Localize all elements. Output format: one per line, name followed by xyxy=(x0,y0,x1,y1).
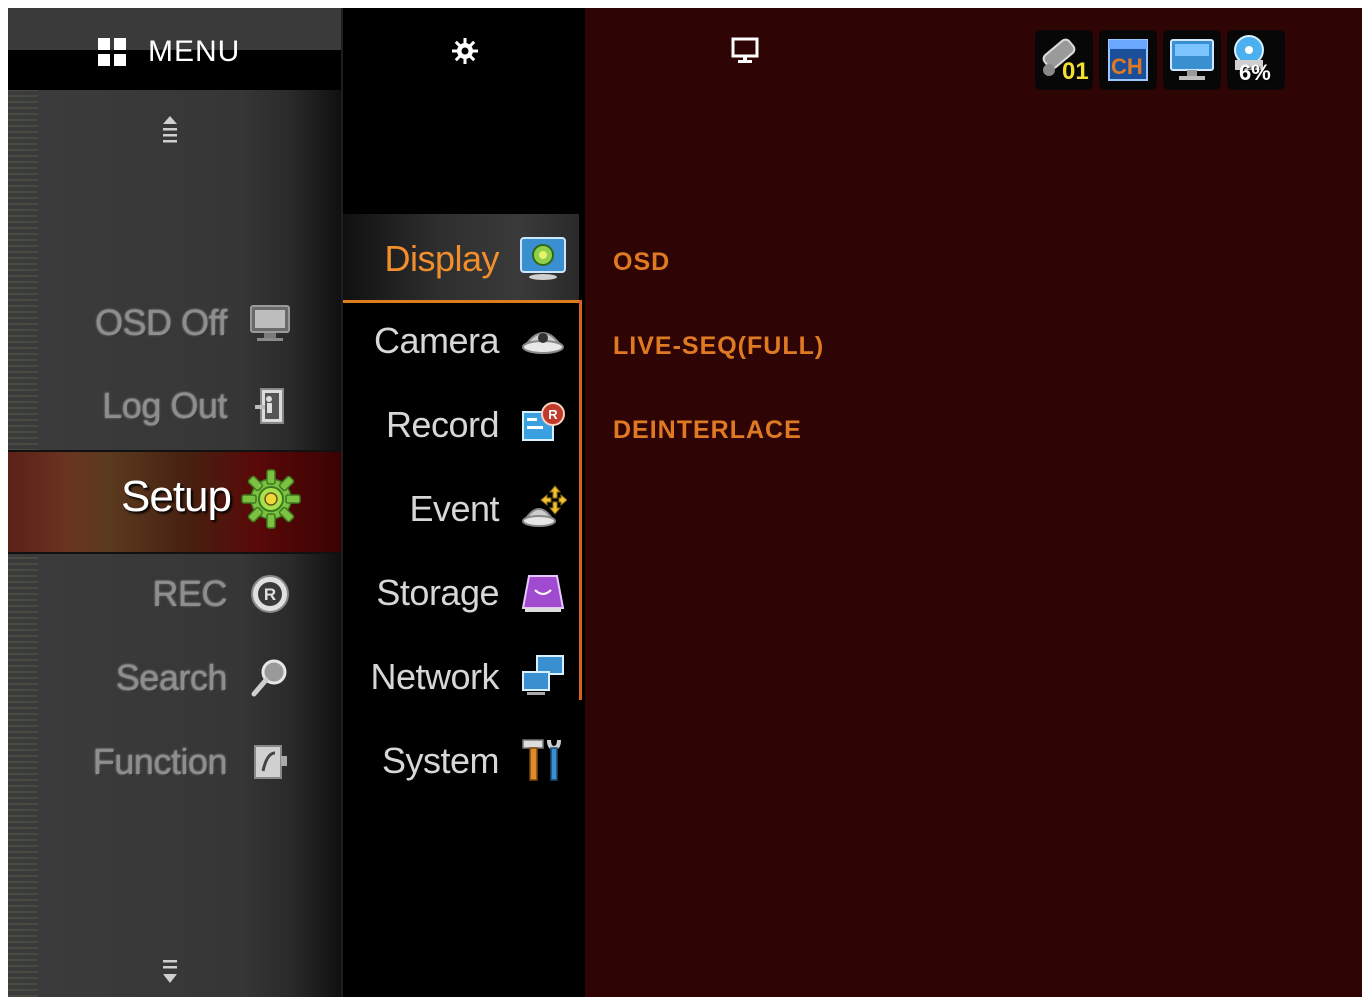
scroll-down-icon[interactable] xyxy=(160,958,180,988)
menu-item-label: Setup xyxy=(121,472,232,521)
menu-item-log-out[interactable]: Log Out xyxy=(102,376,291,436)
record-icon: R xyxy=(251,575,289,613)
submenu-item-network[interactable]: Network xyxy=(343,646,579,706)
menu-title-wrap: MENU xyxy=(98,32,240,72)
svg-text:R: R xyxy=(264,585,276,604)
status-icon-bar: 01 CH 6% xyxy=(1035,30,1285,90)
submenu-divider-line xyxy=(579,300,582,700)
event-icon xyxy=(522,485,567,527)
submenu-item-label: Record xyxy=(385,404,500,445)
display-settings-panel: 01 CH 6% OSD LIVE-SEQ(FULL) DEINTERLACE xyxy=(585,8,1362,997)
submenu-item-label: Storage xyxy=(376,572,499,613)
main-menu-panel: MENU OSD Off Log Out Setup REC R Search … xyxy=(8,8,341,997)
channel-number: 01 xyxy=(1062,58,1089,85)
network-icon xyxy=(522,655,564,695)
monitor-status xyxy=(1163,30,1221,90)
function-icon xyxy=(254,745,287,779)
menu-item-search[interactable]: Search xyxy=(116,648,291,708)
menu-grid-icon xyxy=(98,38,126,66)
option-deinterlace[interactable]: DEINTERLACE xyxy=(613,416,802,445)
option-osd[interactable]: OSD xyxy=(613,248,670,277)
menu-item-osd-off[interactable]: OSD Off xyxy=(95,293,291,353)
submenu-item-label: Network xyxy=(370,656,499,697)
storage-icon xyxy=(521,575,565,612)
disk-status: 6% xyxy=(1227,30,1285,90)
menu-title: MENU xyxy=(148,35,241,68)
option-live-seq-full[interactable]: LIVE-SEQ(FULL) xyxy=(613,332,824,361)
menu-item-label: OSD Off xyxy=(95,302,227,343)
menu-item-label: Search xyxy=(115,657,228,698)
setup-submenu-panel: Display Camera Record R Event Storage Ne… xyxy=(341,8,587,997)
svg-text:R: R xyxy=(548,407,558,422)
channel-status: CH xyxy=(1099,30,1157,90)
gear-icon xyxy=(241,469,301,529)
submenu-item-label: Display xyxy=(384,238,499,279)
monitor-icon xyxy=(250,305,290,341)
submenu-item-label: Event xyxy=(409,488,499,529)
submenu-item-event[interactable]: Event xyxy=(343,478,579,538)
submenu-item-label: System xyxy=(381,740,500,781)
display-settings-icon xyxy=(520,237,566,280)
menu-item-setup[interactable]: Setup xyxy=(8,450,341,550)
submenu-item-camera[interactable]: Camera xyxy=(343,310,579,370)
gear-icon xyxy=(452,38,478,64)
magnifier-icon xyxy=(251,659,287,697)
monitor-icon xyxy=(731,37,759,63)
menu-item-rec[interactable]: REC R xyxy=(152,564,291,624)
ch-label: CH xyxy=(1111,54,1143,79)
submenu-item-system[interactable]: System xyxy=(343,730,579,790)
menu-item-label: Log Out xyxy=(102,385,227,426)
dvr-screen: MENU OSD Off Log Out Setup REC R Search … xyxy=(8,8,1362,997)
submenu-item-label: Camera xyxy=(373,320,500,361)
submenu-item-display[interactable]: Display xyxy=(343,228,579,288)
system-tools-icon xyxy=(522,739,561,781)
menu-item-label: REC xyxy=(152,573,227,614)
submenu-item-storage[interactable]: Storage xyxy=(343,562,579,622)
record-settings-icon: R xyxy=(522,402,565,441)
menu-item-label: Function xyxy=(92,741,228,782)
dome-camera-icon xyxy=(522,332,564,354)
logout-icon xyxy=(255,388,284,424)
scroll-up-icon[interactable] xyxy=(160,114,180,144)
menu-item-function[interactable]: Function xyxy=(93,732,291,792)
display-monitor-icon xyxy=(1170,39,1214,80)
submenu-item-record[interactable]: Record R xyxy=(343,394,579,454)
disk-usage: 6% xyxy=(1239,60,1271,85)
camera-channel-status: 01 xyxy=(1035,30,1093,90)
